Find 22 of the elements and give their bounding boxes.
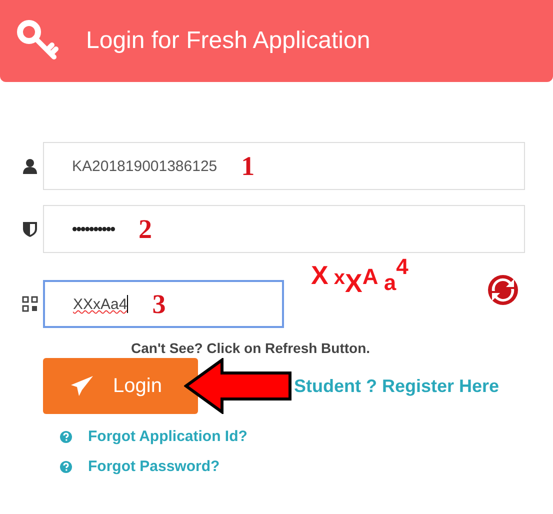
login-button[interactable]: Login bbox=[43, 358, 198, 414]
help-link[interactable]: Forgot Application Id? bbox=[88, 428, 248, 445]
annotation-number: 1 bbox=[241, 150, 255, 182]
form-title: Login for Fresh Application bbox=[86, 27, 370, 55]
annotation-number: 2 bbox=[138, 214, 152, 244]
refresh-hint: Can't See? Click on Refresh Button. bbox=[131, 340, 372, 356]
username-field[interactable]: KA201819001386125 1 bbox=[43, 142, 525, 190]
help-link[interactable]: Forgot Password? bbox=[88, 458, 220, 475]
shield-icon bbox=[22, 221, 38, 237]
refresh-icon[interactable] bbox=[486, 272, 520, 308]
field-value: •••••••••• bbox=[72, 220, 115, 238]
user-icon bbox=[22, 158, 38, 174]
help-icon bbox=[60, 460, 72, 472]
field-value: XXxAa4 bbox=[73, 296, 128, 312]
paper-plane-icon bbox=[71, 376, 93, 396]
captcha-field[interactable]: XXxAa4 3 bbox=[43, 280, 284, 328]
annotation-number: 3 bbox=[152, 288, 166, 320]
qr-code-icon bbox=[22, 296, 38, 312]
password-field[interactable]: •••••••••• 2 bbox=[43, 205, 525, 253]
help-icon bbox=[60, 430, 72, 442]
field-value: KA201819001386125 bbox=[72, 158, 218, 174]
register-link[interactable]: Student ? Register Here bbox=[294, 376, 500, 396]
